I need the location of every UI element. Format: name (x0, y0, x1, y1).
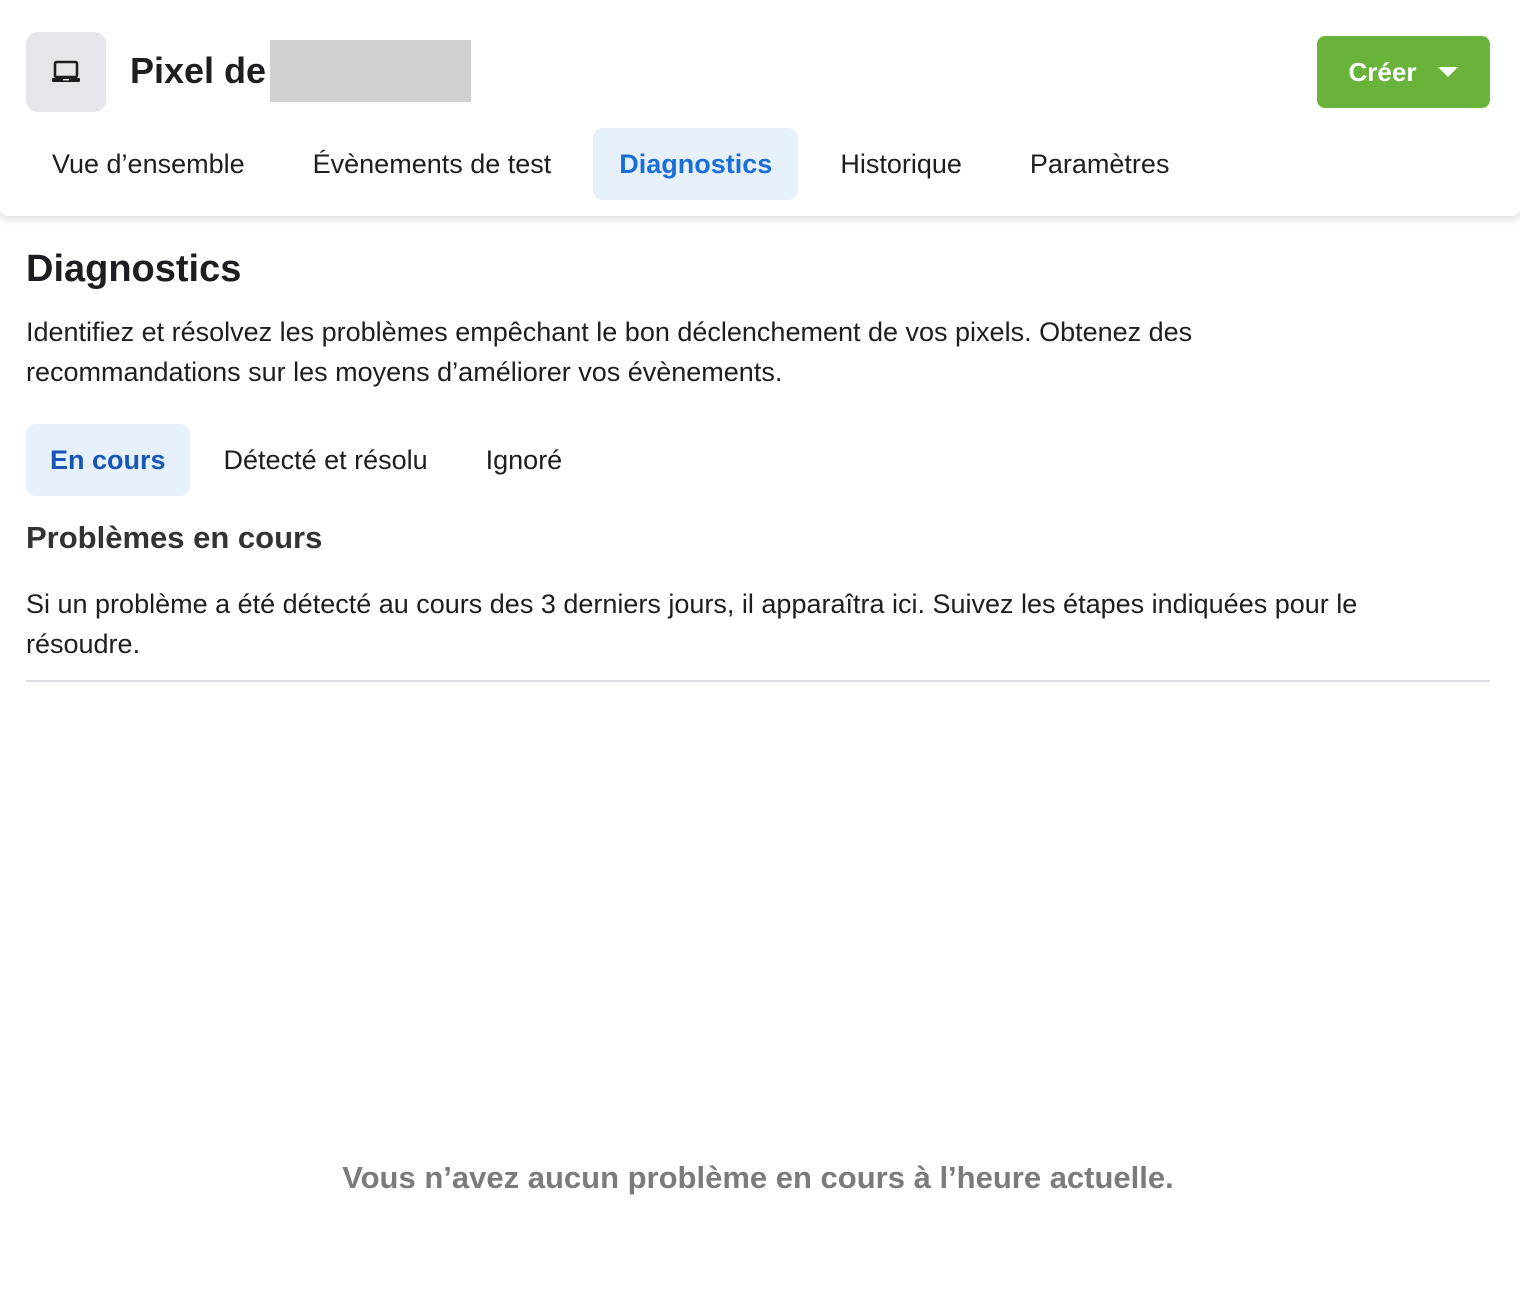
laptop-icon (52, 60, 80, 82)
tab-history[interactable]: Historique (814, 128, 988, 200)
pixel-title: Pixel de (130, 50, 267, 91)
redacted-pixel-name (270, 40, 472, 102)
diagnostics-subtabs: En cours Détecté et résolu Ignoré (26, 424, 596, 496)
pixel-title-row: Pixel de (130, 40, 472, 102)
pixel-header: Pixel de Créer Vue d’ensemble Évènements… (0, 0, 1520, 216)
pixel-icon-container (26, 32, 106, 112)
subtab-detected-resolved[interactable]: Détecté et résolu (200, 424, 452, 496)
subtab-ignored[interactable]: Ignoré (462, 424, 587, 496)
divider (26, 680, 1490, 682)
diagnostics-title: Diagnostics (26, 248, 242, 290)
tab-test-events[interactable]: Évènements de test (287, 128, 578, 200)
problems-title: Problèmes en cours (26, 520, 323, 555)
empty-state-message: Vous n’avez aucun problème en cours à l’… (342, 1160, 1174, 1195)
tab-settings[interactable]: Paramètres (1004, 128, 1196, 200)
subtab-in-progress[interactable]: En cours (26, 424, 190, 496)
create-button-label: Créer (1348, 56, 1417, 87)
problems-description: Si un problème a été détecté au cours de… (26, 589, 1358, 659)
caret-down-icon (1438, 67, 1459, 77)
create-button[interactable]: Créer (1317, 36, 1490, 108)
diagnostics-description: Identifiez et résolvez les problèmes emp… (26, 317, 1193, 387)
tab-diagnostics[interactable]: Diagnostics (593, 128, 799, 200)
pixel-tabs: Vue d’ensemble Évènements de test Diagno… (26, 128, 1211, 200)
tab-overview[interactable]: Vue d’ensemble (26, 128, 271, 200)
